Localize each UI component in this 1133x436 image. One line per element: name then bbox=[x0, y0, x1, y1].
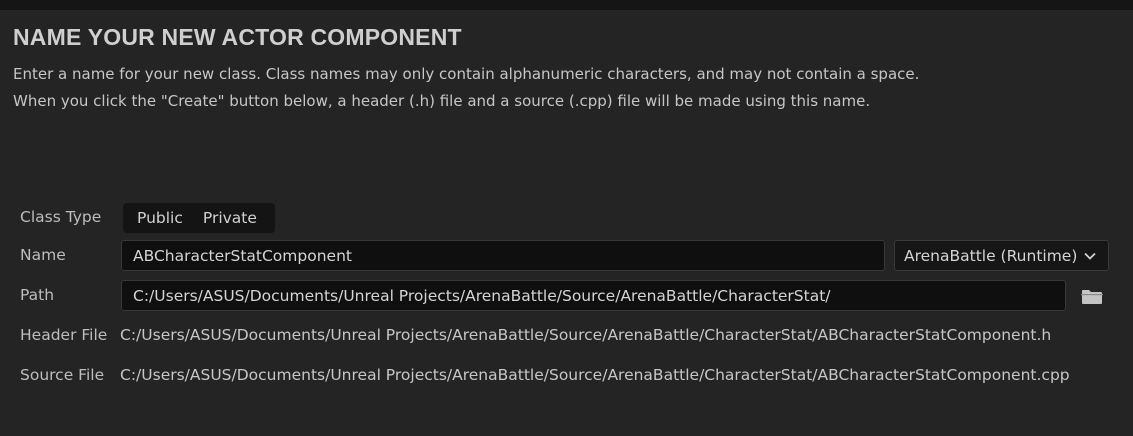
module-dropdown-value: ArenaBattle (Runtime) bbox=[904, 246, 1078, 265]
window-top-strip bbox=[0, 0, 1133, 10]
class-type-toggle: Public Private bbox=[123, 203, 275, 233]
class-type-label: Class Type bbox=[20, 208, 102, 226]
class-name-input[interactable]: ABCharacterStatComponent bbox=[121, 240, 885, 271]
description-line-2: When you click the "Create" button below… bbox=[13, 92, 871, 110]
header-file-path: C:/Users/ASUS/Documents/Unreal Projects/… bbox=[120, 326, 1052, 344]
dialog-title: NAME YOUR NEW ACTOR COMPONENT bbox=[13, 24, 462, 50]
new-actor-component-dialog: NAME YOUR NEW ACTOR COMPONENT Enter a na… bbox=[0, 0, 1133, 436]
source-file-path: C:/Users/ASUS/Documents/Unreal Projects/… bbox=[120, 366, 1070, 384]
module-dropdown[interactable]: ArenaBattle (Runtime) bbox=[894, 240, 1109, 271]
chevron-down-icon bbox=[1084, 252, 1097, 260]
folder-icon[interactable] bbox=[1080, 287, 1104, 305]
path-input[interactable]: C:/Users/ASUS/Documents/Unreal Projects/… bbox=[121, 280, 1066, 311]
path-label: Path bbox=[20, 286, 55, 304]
source-file-label: Source File bbox=[20, 366, 105, 384]
class-type-public-option[interactable]: Public bbox=[123, 209, 183, 227]
name-label: Name bbox=[20, 246, 66, 264]
class-type-private-option[interactable]: Private bbox=[183, 209, 257, 227]
header-file-label: Header File bbox=[20, 326, 108, 344]
description-line-1: Enter a name for your new class. Class n… bbox=[13, 65, 920, 83]
